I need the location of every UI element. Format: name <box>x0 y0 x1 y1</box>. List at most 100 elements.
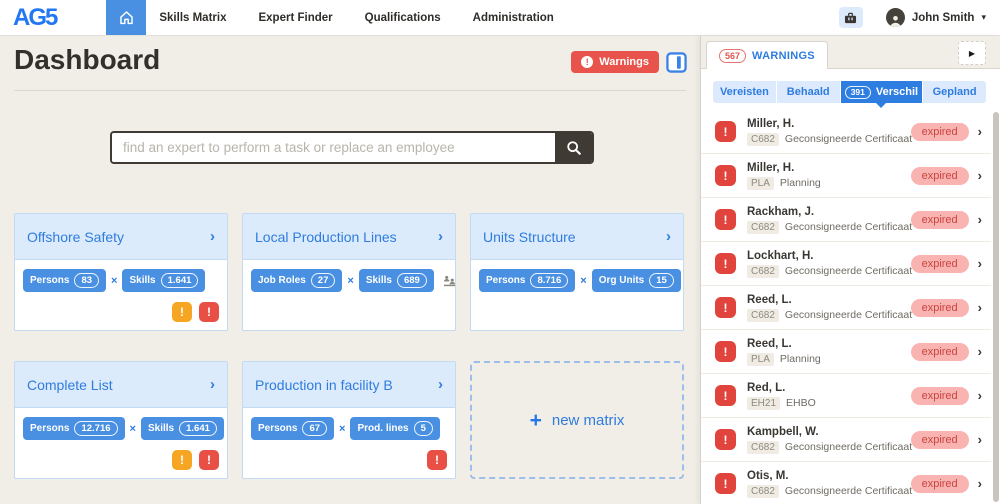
warning-row[interactable]: ! Miller, H. PLA Planning expired › <box>701 154 991 198</box>
chevron-right-icon: › <box>977 168 982 183</box>
warnings-tab[interactable]: 567 WARNINGS <box>706 41 828 69</box>
search-button[interactable] <box>555 133 592 162</box>
warnings-button-label: Warnings <box>599 56 649 68</box>
toggle-sidebar-button[interactable] <box>666 51 687 73</box>
warnings-button[interactable]: ! Warnings <box>571 51 659 73</box>
nav-item-administration[interactable]: Administration <box>473 12 554 24</box>
status-badge: expired <box>910 210 969 229</box>
matrix-dimensions: Persons 67 × Prod. lines 5 <box>243 408 455 440</box>
person-name: Rackham, J. <box>747 205 815 218</box>
matrix-card-complete-list[interactable]: Complete List › Persons 12.716 × Skills … <box>14 361 228 479</box>
matrix-card-header[interactable]: Production in facility B › <box>243 362 455 408</box>
warning-row[interactable]: ! Reed, L. PLA Planning expired › <box>701 330 991 374</box>
search-input[interactable] <box>112 133 555 162</box>
dimension-pill[interactable]: Persons 8.716 <box>479 269 576 292</box>
warning-badge-orange[interactable]: ! <box>172 450 192 470</box>
warning-badge-red[interactable]: ! <box>199 302 219 322</box>
dimension-pill[interactable]: Persons 67 <box>251 417 335 440</box>
chevron-right-icon: › <box>977 432 982 447</box>
dimension-count: 67 <box>302 421 328 436</box>
dimension-pill[interactable]: Job Roles 27 <box>251 269 343 292</box>
filter-tab-vereisten[interactable]: Vereisten <box>713 81 777 103</box>
qualification-description: Geconsigneerde Certificaat <box>784 309 913 321</box>
warning-badge-orange[interactable]: ! <box>172 302 192 322</box>
sidebar-scrollbar[interactable] <box>993 112 999 502</box>
matrix-card-header[interactable]: Offshore Safety › <box>15 214 227 260</box>
times-separator: × <box>129 422 136 435</box>
chevron-right-icon: › <box>438 228 443 245</box>
matrix-title: Complete List <box>27 376 113 393</box>
search-icon <box>566 140 581 155</box>
chevron-right-icon: › <box>977 388 982 403</box>
matrix-card-local-production-lines[interactable]: Local Production Lines › Job Roles 27 × … <box>242 213 456 331</box>
warning-row[interactable]: ! Kampbell, W. C682 Geconsigneerde Certi… <box>701 418 991 462</box>
warnings-list: ! Miller, H. C682 Geconsigneerde Certifi… <box>701 110 991 504</box>
person-name: Red, L. <box>747 381 786 394</box>
warning-row[interactable]: ! Red, L. EH21 EHBO expired › <box>701 374 991 418</box>
times-separator: × <box>580 274 587 287</box>
top-navbar: AG5 Skills Matrix Expert Finder Qualific… <box>0 0 1000 36</box>
alert-icon: ! <box>715 429 736 450</box>
caret-down-icon: ▾ <box>981 12 986 22</box>
filter-tab-verschil[interactable]: 391 Verschil <box>840 81 924 103</box>
user-name: John Smith <box>911 11 975 24</box>
alert-icon: ! <box>715 121 736 142</box>
status-badge: expired <box>910 298 969 317</box>
app-canvas: AG5 Skills Matrix Expert Finder Qualific… <box>0 0 1000 504</box>
matrix-card-header[interactable]: Local Production Lines › <box>243 214 455 260</box>
briefcase-button[interactable] <box>838 7 863 28</box>
nav-item-qualifications[interactable]: Qualifications <box>365 12 441 24</box>
chevron-right-icon: › <box>977 344 982 359</box>
alert-icon: ! <box>715 209 736 230</box>
qualification-description: Geconsigneerde Certificaat <box>784 221 913 233</box>
warning-badge-red[interactable]: ! <box>427 450 447 470</box>
warning-row[interactable]: ! Otis, M. C682 Geconsigneerde Certifica… <box>701 462 991 504</box>
matrix-card-header[interactable]: Complete List › <box>15 362 227 408</box>
warning-badge-red[interactable]: ! <box>199 450 219 470</box>
qualification-code: C682 <box>747 264 779 278</box>
dimension-count: 689 <box>396 273 427 288</box>
status-badge: expired <box>910 430 969 449</box>
times-separator: × <box>111 274 118 287</box>
matrix-title: Units Structure <box>483 228 576 245</box>
filter-tab-behaald[interactable]: Behaald <box>776 81 841 103</box>
main-navigation: Skills Matrix Expert Finder Qualificatio… <box>159 12 553 24</box>
warning-row[interactable]: ! Rackham, J. C682 Geconsigneerde Certif… <box>701 198 991 242</box>
user-avatar <box>885 8 905 27</box>
warning-row[interactable]: ! Reed, L. C682 Geconsigneerde Certifica… <box>701 286 991 330</box>
dimension-pill[interactable]: Org Units 15 <box>591 269 681 292</box>
ag5-logo[interactable]: AG5 <box>13 4 58 32</box>
qualification-description: Geconsigneerde Certificaat <box>784 133 913 145</box>
person-name: Miller, H. <box>747 161 795 174</box>
matrix-warning-badges: ! <box>427 450 447 470</box>
nav-item-skills-matrix[interactable]: Skills Matrix <box>159 12 226 24</box>
person-name: Reed, L. <box>747 337 792 350</box>
user-menu[interactable]: John Smith ▾ <box>885 8 986 27</box>
status-badge: expired <box>910 166 969 185</box>
matrix-card-production-facility-b[interactable]: Production in facility B › Persons 67 × … <box>242 361 456 479</box>
chevron-right-icon: › <box>977 300 982 315</box>
status-badge: expired <box>910 342 969 361</box>
qualification-code: C682 <box>747 132 779 146</box>
dimension-pill[interactable]: Skills 689 <box>358 269 434 292</box>
dimension-pill[interactable]: Skills 1.641 <box>122 269 206 292</box>
dimension-pill[interactable]: Persons 12.716 <box>23 417 125 440</box>
matrix-card-offshore-safety[interactable]: Offshore Safety › Persons 83 × Skills 1.… <box>14 213 228 331</box>
new-matrix-button[interactable]: + new matrix <box>470 361 684 479</box>
chevron-right-icon: › <box>666 228 671 245</box>
briefcase-icon <box>844 12 857 24</box>
chevron-right-icon: › <box>977 124 982 139</box>
dimension-pill[interactable]: Prod. lines 5 <box>350 417 440 440</box>
dimension-pill[interactable]: Skills 1.641 <box>140 417 224 440</box>
matrix-card-header[interactable]: Units Structure › <box>471 214 683 260</box>
dimension-pill[interactable]: Persons 83 <box>23 269 107 292</box>
org-chart-icon <box>443 275 456 287</box>
warning-row[interactable]: ! Miller, H. C682 Geconsigneerde Certifi… <box>701 110 991 154</box>
nav-item-expert-finder[interactable]: Expert Finder <box>258 12 332 24</box>
collapse-sidebar-button[interactable]: ▶ <box>958 41 986 65</box>
home-button[interactable] <box>106 0 147 35</box>
warning-row[interactable]: ! Lockhart, H. C682 Geconsigneerde Certi… <box>701 242 991 286</box>
main-content: Dashboard ! Warnings Offshore Safety › <box>0 36 700 504</box>
matrix-card-units-structure[interactable]: Units Structure › Persons 8.716 × Org Un… <box>470 213 684 331</box>
filter-tab-gepland[interactable]: Gepland <box>923 81 987 103</box>
